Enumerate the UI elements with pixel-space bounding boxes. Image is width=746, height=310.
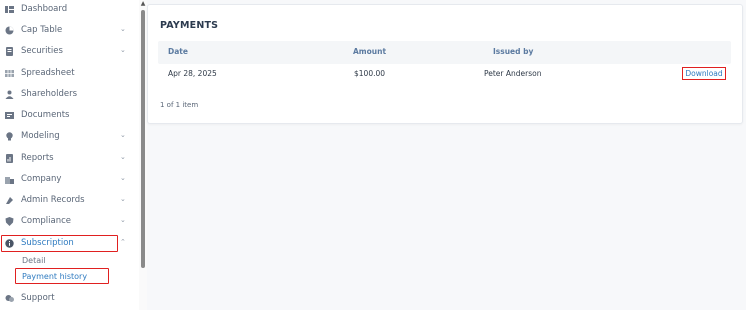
- sidebar-item-label: Documents: [21, 110, 70, 120]
- sidebar-item-shareholders[interactable]: Shareholders: [0, 86, 132, 104]
- pagination-info: 1 of 1 item: [160, 101, 199, 109]
- column-header-amount[interactable]: Amount: [353, 47, 386, 56]
- sidebar-item-label: Spreadsheet: [21, 68, 75, 78]
- highlight-payment-history: [15, 268, 109, 284]
- payments-card: PAYMENTS Date Amount Issued by Apr 28, 2…: [147, 4, 743, 124]
- main-content: PAYMENTS Date Amount Issued by Apr 28, 2…: [147, 0, 746, 310]
- sidebar-item-label: Support: [21, 293, 55, 303]
- sidebar-item-spreadsheet[interactable]: Spreadsheet: [0, 65, 132, 83]
- sidebar-item-company[interactable]: Company ⌄: [0, 171, 132, 189]
- sidebar-item-label: Reports: [21, 153, 54, 163]
- spreadsheet-icon: [5, 69, 14, 78]
- column-header-issued-by[interactable]: Issued by: [493, 47, 533, 56]
- certificate-icon: [5, 47, 14, 56]
- sidebar-item-modeling[interactable]: Modeling ⌄: [0, 128, 132, 146]
- sidebar-item-compliance[interactable]: Compliance ⌄: [0, 213, 132, 231]
- dashboard-icon: [5, 5, 14, 14]
- chevron-down-icon: ⌄: [120, 174, 126, 182]
- lightbulb-icon: [5, 132, 14, 141]
- chevron-down-icon: ⌄: [120, 131, 126, 139]
- sidebar-item-label: Dashboard: [21, 4, 68, 14]
- column-header-date[interactable]: Date: [168, 47, 188, 56]
- sidebar-item-dashboard[interactable]: Dashboard: [0, 1, 132, 19]
- chevron-up-icon: ⌃: [120, 238, 126, 246]
- sidebar-item-cap-table[interactable]: Cap Table ⌄: [0, 22, 132, 40]
- page-title: PAYMENTS: [160, 20, 219, 31]
- sidebar-item-label: Admin Records: [21, 195, 85, 205]
- sidebar-item-label: Compliance: [21, 216, 72, 226]
- chevron-down-icon: ⌄: [120, 216, 126, 224]
- chevron-down-icon: ⌄: [120, 195, 126, 203]
- download-button[interactable]: Download: [682, 67, 726, 80]
- cell-issued-by: Peter Anderson: [484, 69, 542, 78]
- sidebar-item-label: Securities: [21, 46, 63, 56]
- sidebar-item-label: Company: [21, 174, 62, 184]
- sidebar-subitem-detail[interactable]: Detail: [22, 256, 46, 265]
- sidebar-item-reports[interactable]: Reports ⌄: [0, 150, 132, 168]
- chevron-down-icon: ⌄: [120, 46, 126, 54]
- sidebar: Dashboard Cap Table ⌄ Securities ⌄ Sprea…: [0, 0, 140, 310]
- scroll-up-icon[interactable]: ▲: [140, 1, 146, 7]
- sidebar-item-label: Modeling: [21, 131, 60, 141]
- cell-date: Apr 28, 2025: [168, 69, 217, 78]
- cell-amount: $100.00: [354, 69, 386, 78]
- sidebar-item-admin-records[interactable]: Admin Records ⌄: [0, 192, 132, 210]
- shield-icon: [5, 217, 14, 226]
- chevron-down-icon: ⌄: [120, 153, 126, 161]
- building-icon: [5, 175, 14, 184]
- records-icon: [5, 196, 14, 205]
- support-icon: [5, 294, 14, 303]
- sidebar-item-documents[interactable]: Documents: [0, 107, 132, 125]
- highlight-subscription: [1, 235, 118, 252]
- sidebar-item-support[interactable]: Support: [0, 290, 132, 308]
- sidebar-item-label: Shareholders: [21, 89, 78, 99]
- report-icon: [5, 154, 14, 163]
- documents-icon: [5, 111, 14, 120]
- chevron-down-icon: ⌄: [120, 25, 126, 33]
- user-icon: [5, 90, 14, 99]
- scrollbar-thumb[interactable]: [141, 10, 145, 268]
- pie-chart-icon: [5, 26, 14, 35]
- sidebar-item-securities[interactable]: Securities ⌄: [0, 43, 132, 61]
- sidebar-item-label: Cap Table: [21, 25, 63, 35]
- table-header: Date Amount Issued by: [158, 41, 731, 64]
